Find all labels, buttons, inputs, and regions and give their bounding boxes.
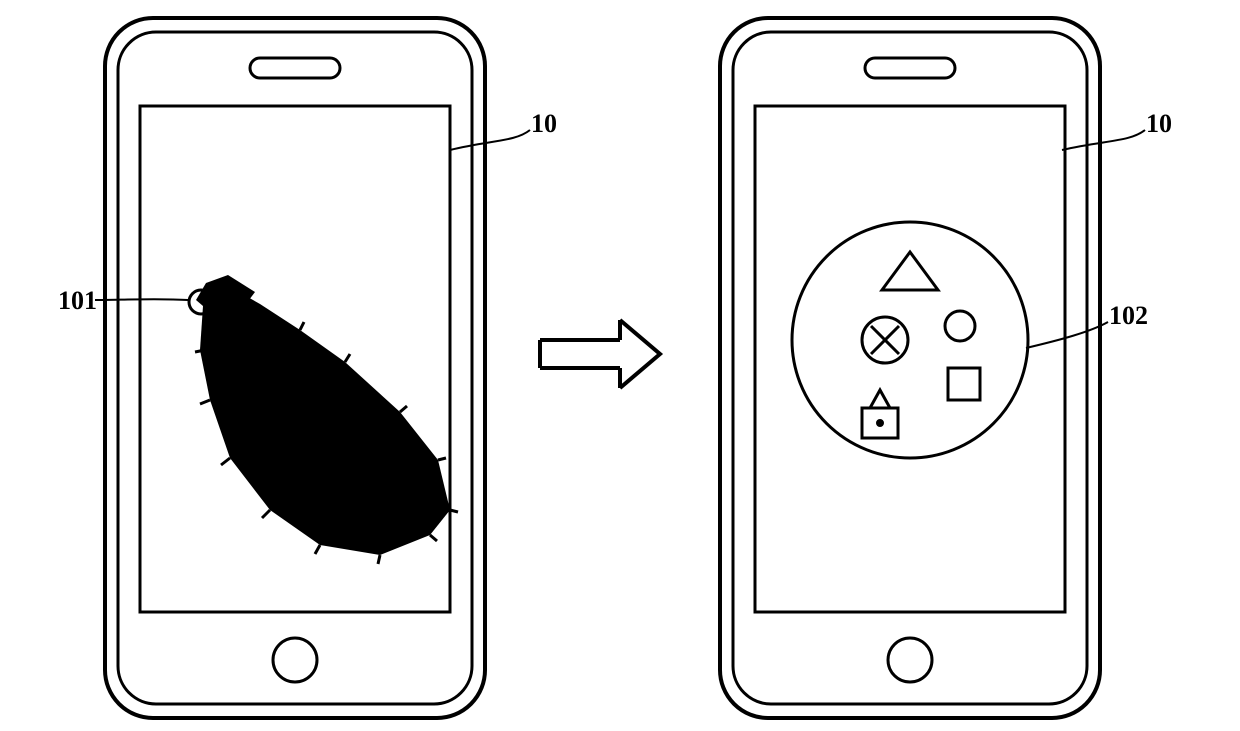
speaker-slot-right [865, 58, 955, 78]
label-10-right: 10 [1146, 109, 1172, 139]
leader-102 [1026, 322, 1108, 348]
speaker-slot-left [250, 58, 340, 78]
circle-icon [945, 311, 975, 341]
label-10-left: 10 [531, 109, 557, 139]
triangle-icon [882, 252, 938, 290]
label-101: 101 [58, 286, 97, 316]
square-icon [948, 368, 980, 400]
leader-10-right [1062, 130, 1145, 150]
leader-101 [95, 299, 188, 300]
label-102: 102 [1109, 301, 1148, 331]
diagram-svg [0, 0, 1240, 731]
patent-figure: 101 10 10 102 [0, 0, 1240, 731]
screen-right [755, 106, 1065, 612]
close-icon [862, 317, 908, 363]
arrow-icon [540, 320, 660, 388]
home-button-right [888, 638, 932, 682]
lock-icon [862, 390, 898, 438]
hand-icon [196, 275, 450, 555]
phone-right-inner [733, 32, 1087, 704]
home-button-left [273, 638, 317, 682]
radial-menu [792, 222, 1028, 458]
leader-10-left [450, 130, 530, 150]
